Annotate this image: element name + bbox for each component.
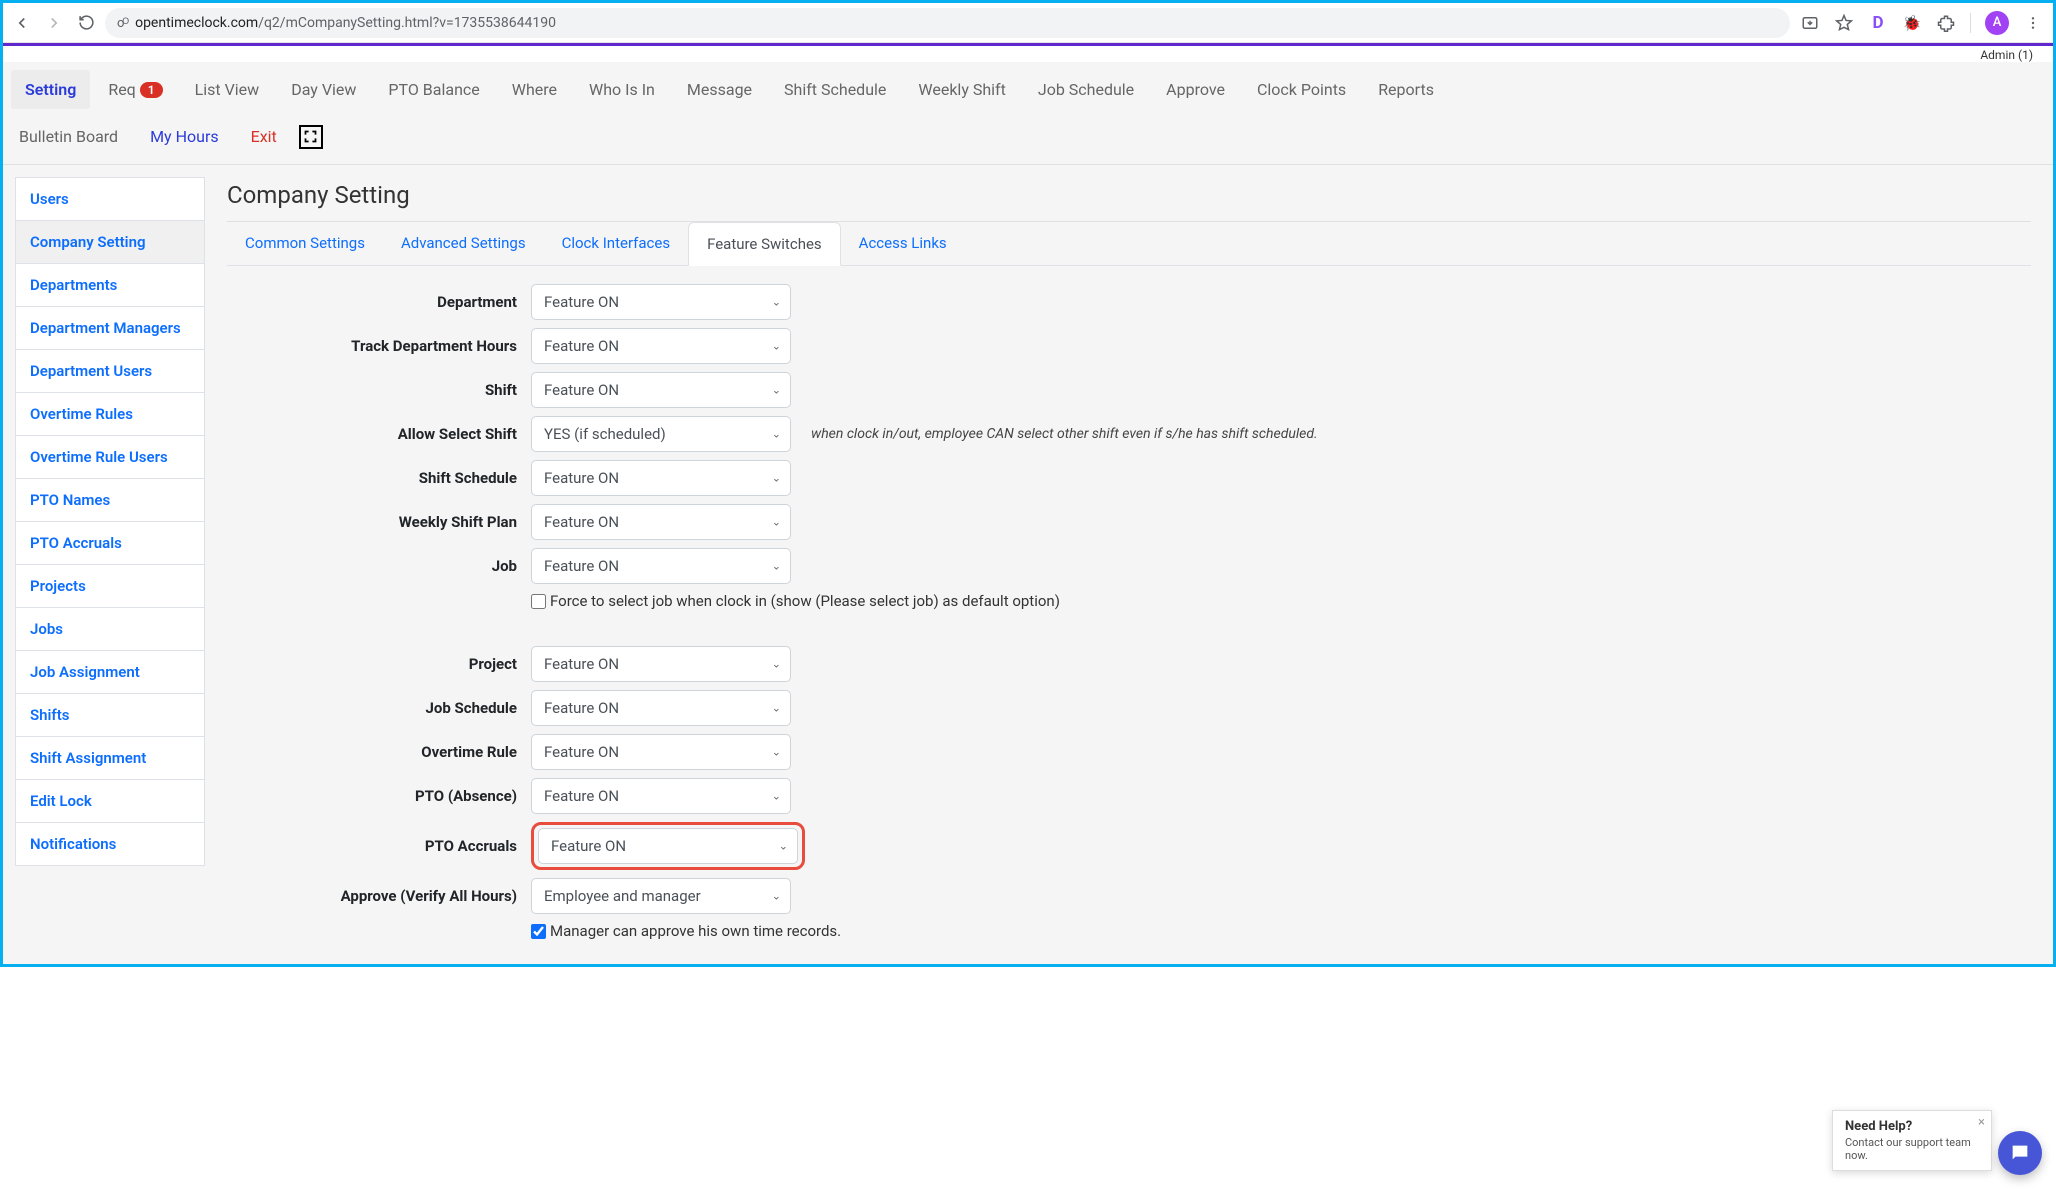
nav-where[interactable]: Where xyxy=(498,70,571,109)
label-department: Department xyxy=(227,293,517,311)
select-shift-schedule[interactable]: Feature ON xyxy=(531,460,791,496)
tab-common-settings[interactable]: Common Settings xyxy=(227,222,383,266)
sidebar-item-company-setting[interactable]: Company Setting xyxy=(15,221,205,264)
settings-tabs: Common Settings Advanced Settings Clock … xyxy=(227,222,2031,266)
select-department[interactable]: Feature ON xyxy=(531,284,791,320)
extensions-icon[interactable] xyxy=(1936,13,1956,33)
sidebar-item-overtime-rules[interactable]: Overtime Rules xyxy=(15,393,205,436)
browser-chrome: oᴼ opentimeclock.com/q2/mCompanySetting.… xyxy=(3,3,2053,43)
menu-dots-icon[interactable] xyxy=(2023,13,2043,33)
nav-exit[interactable]: Exit xyxy=(237,117,291,156)
select-shift[interactable]: Feature ON xyxy=(531,372,791,408)
select-weekly-shift-plan[interactable]: Feature ON xyxy=(531,504,791,540)
sidebar-item-edit-lock[interactable]: Edit Lock xyxy=(15,780,205,823)
sidebar-item-department-users[interactable]: Department Users xyxy=(15,350,205,393)
label-overtime-rule: Overtime Rule xyxy=(227,743,517,761)
sidebar-item-department-managers[interactable]: Department Managers xyxy=(15,307,205,350)
label-approve-verify: Approve (Verify All Hours) xyxy=(227,887,517,905)
nav-who-is-in[interactable]: Who Is In xyxy=(575,70,669,109)
nav-job-schedule[interactable]: Job Schedule xyxy=(1024,70,1148,109)
sidebar-item-departments[interactable]: Departments xyxy=(15,264,205,307)
install-icon[interactable] xyxy=(1800,13,1820,33)
tab-feature-switches[interactable]: Feature Switches xyxy=(688,222,841,266)
back-icon[interactable] xyxy=(13,14,31,32)
top-nav: Setting Req1 List View Day View PTO Bala… xyxy=(3,62,2053,165)
nav-my-hours[interactable]: My Hours xyxy=(136,117,233,156)
label-allow-select-shift: Allow Select Shift xyxy=(227,425,517,443)
tab-clock-interfaces[interactable]: Clock Interfaces xyxy=(544,222,688,266)
checkbox-force-job[interactable] xyxy=(531,594,546,609)
manager-approve-label: Manager can approve his own time records… xyxy=(550,922,841,940)
label-track-hours: Track Department Hours xyxy=(227,337,517,355)
highlight-pto-accruals: Feature ON⌄ xyxy=(531,822,805,870)
sidebar-item-jobs[interactable]: Jobs xyxy=(15,608,205,651)
label-job: Job xyxy=(227,557,517,575)
page-title: Company Setting xyxy=(227,181,2031,209)
help-text: Contact our support team now. xyxy=(1845,1136,1979,1162)
select-approve-verify[interactable]: Employee and manager xyxy=(531,878,791,914)
nav-clock-points[interactable]: Clock Points xyxy=(1243,70,1360,109)
star-icon[interactable] xyxy=(1834,13,1854,33)
close-icon[interactable]: × xyxy=(1978,1115,1985,1130)
label-shift-schedule: Shift Schedule xyxy=(227,469,517,487)
sidebar-item-pto-accruals[interactable]: PTO Accruals xyxy=(15,522,205,565)
label-project: Project xyxy=(227,655,517,673)
nav-list-view[interactable]: List View xyxy=(181,70,274,109)
nav-req[interactable]: Req1 xyxy=(94,70,176,109)
nav-setting[interactable]: Setting xyxy=(11,70,90,109)
nav-weekly-shift[interactable]: Weekly Shift xyxy=(904,70,1019,109)
fullscreen-icon[interactable] xyxy=(299,125,323,149)
select-track-hours[interactable]: Feature ON xyxy=(531,328,791,364)
nav-bulletin-board[interactable]: Bulletin Board xyxy=(11,117,132,156)
allow-shift-note: when clock in/out, employee CAN select o… xyxy=(811,426,1318,442)
label-weekly-shift-plan: Weekly Shift Plan xyxy=(227,513,517,531)
sidebar: Users Company Setting Departments Depart… xyxy=(15,177,205,964)
checkbox-manager-approve[interactable] xyxy=(531,924,546,939)
help-title: Need Help? xyxy=(1845,1119,1979,1134)
req-badge: 1 xyxy=(140,82,163,98)
select-allow-select-shift[interactable]: YES (if scheduled) xyxy=(531,416,791,452)
label-shift: Shift xyxy=(227,381,517,399)
separator xyxy=(1970,13,1971,33)
select-project[interactable]: Feature ON xyxy=(531,646,791,682)
nav-shift-schedule[interactable]: Shift Schedule xyxy=(770,70,900,109)
admin-label[interactable]: Admin (1) xyxy=(3,46,2053,62)
extension-bug-icon[interactable]: 🐞 xyxy=(1902,13,1922,33)
sidebar-item-pto-names[interactable]: PTO Names xyxy=(15,479,205,522)
url-path: /q2/mCompanySetting.html?v=1735538644190 xyxy=(258,15,556,31)
label-job-schedule: Job Schedule xyxy=(227,699,517,717)
nav-message[interactable]: Message xyxy=(673,70,766,109)
sidebar-item-overtime-rule-users[interactable]: Overtime Rule Users xyxy=(15,436,205,479)
nav-day-view[interactable]: Day View xyxy=(277,70,370,109)
select-overtime-rule[interactable]: Feature ON xyxy=(531,734,791,770)
nav-approve[interactable]: Approve xyxy=(1152,70,1239,109)
sidebar-item-notifications[interactable]: Notifications xyxy=(15,823,205,866)
select-pto-absence[interactable]: Feature ON xyxy=(531,778,791,814)
profile-avatar[interactable]: A xyxy=(1985,11,2009,35)
select-job[interactable]: Feature ON xyxy=(531,548,791,584)
select-job-schedule[interactable]: Feature ON xyxy=(531,690,791,726)
sidebar-item-shifts[interactable]: Shifts xyxy=(15,694,205,737)
select-pto-accruals[interactable]: Feature ON xyxy=(538,828,798,864)
sidebar-item-projects[interactable]: Projects xyxy=(15,565,205,608)
label-pto-accruals: PTO Accruals xyxy=(227,837,517,855)
extension-d-icon[interactable]: D xyxy=(1868,13,1888,33)
site-settings-icon[interactable]: oᴼ xyxy=(117,15,127,31)
label-pto-absence: PTO (Absence) xyxy=(227,787,517,805)
sidebar-item-shift-assignment[interactable]: Shift Assignment xyxy=(15,737,205,780)
tab-advanced-settings[interactable]: Advanced Settings xyxy=(383,222,544,266)
force-job-label: Force to select job when clock in (show … xyxy=(550,592,1060,610)
chat-bubble-icon[interactable] xyxy=(1998,1131,2042,1175)
url-domain: opentimeclock.com xyxy=(135,15,258,31)
tab-access-links[interactable]: Access Links xyxy=(841,222,965,266)
help-widget: × Need Help? Contact our support team no… xyxy=(1832,1110,1992,1171)
reload-icon[interactable] xyxy=(77,14,95,32)
sidebar-item-users[interactable]: Users xyxy=(15,177,205,221)
sidebar-item-job-assignment[interactable]: Job Assignment xyxy=(15,651,205,694)
nav-pto-balance[interactable]: PTO Balance xyxy=(374,70,493,109)
forward-icon[interactable] xyxy=(45,14,63,32)
nav-reports[interactable]: Reports xyxy=(1364,70,1448,109)
url-bar[interactable]: oᴼ opentimeclock.com/q2/mCompanySetting.… xyxy=(105,8,1790,38)
